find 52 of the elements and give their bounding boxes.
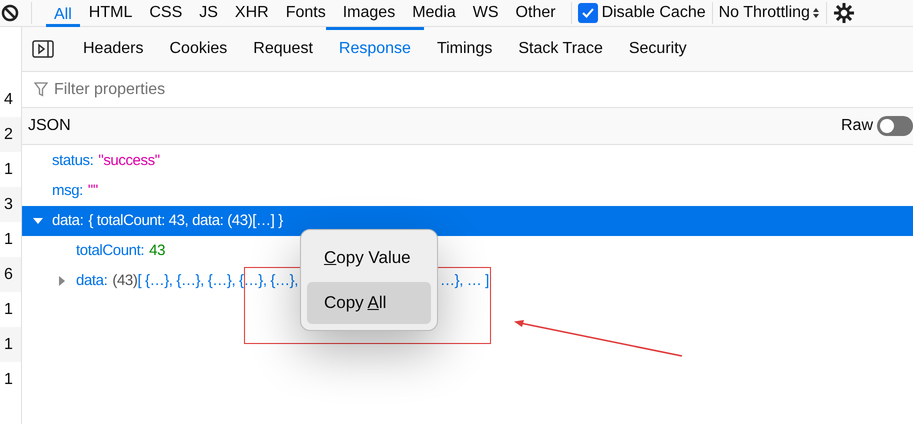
filter-button[interactable]: Media [404,0,464,26]
panel-tab[interactable]: Timings [424,26,506,72]
filter-button[interactable]: JS [191,0,226,26]
panel-tab[interactable]: Headers [70,26,156,72]
checkbox[interactable] [578,3,598,23]
filter-button[interactable]: Other [508,0,564,26]
filter-button[interactable]: HTML [80,0,140,26]
filter-field[interactable]: Filter properties [54,78,354,102]
row-number: 1 [3,300,14,320]
row-number: 1 [3,160,14,180]
property-value: …}, … ] [440,270,489,291]
row-number: 1 [0,327,21,362]
row-number: 1 [3,370,14,390]
property-value: "success" [98,150,160,171]
section-title: JSON [28,116,71,136]
menu-item[interactable]: Copy Value [307,236,431,278]
filter-button[interactable]: CSS [141,0,190,26]
raw-toggle[interactable] [877,116,913,136]
panel-tab[interactable]: Cookies [156,26,240,72]
property-key[interactable]: status: [52,150,94,172]
check-icon [580,6,595,20]
filter-button[interactable]: WS [464,0,507,26]
panel-tab[interactable]: Response [326,26,424,72]
row-number: 2 [0,117,21,152]
panel-tab[interactable]: Stack Trace [505,26,616,72]
row-number: 3 [0,187,21,222]
row-number: 4 [3,90,14,110]
block-icon[interactable] [1,4,19,22]
row-number: 1 [3,230,14,250]
filter-button[interactable]: XHR [226,0,277,26]
filter-button[interactable]: Fonts [278,0,334,26]
item-count: (43) [112,270,138,291]
menu-item[interactable]: Copy All [307,282,431,324]
filter-button[interactable]: Images [334,0,404,26]
panel-tab[interactable]: Security [616,26,700,72]
property-key[interactable]: data: [52,210,84,232]
funnel-icon [34,82,48,97]
row-number: 6 [0,257,21,292]
up-down-icon [812,7,820,19]
settings-icon[interactable] [832,2,855,24]
property-key[interactable]: msg: [52,180,83,202]
panel-tab[interactable]: Request [240,26,326,72]
property-key[interactable]: totalCount: [76,240,144,262]
property-value: 43 [149,240,166,261]
property-value: "" [88,180,98,201]
selected-row[interactable]: data: { totalCount: 43, data: (43)[…] } [22,206,913,236]
throttling-select[interactable]: No Throttling [718,1,820,25]
property-value: { totalCount: 43, data: (43)[…] } [88,210,283,231]
disable-cache-checkbox[interactable]: Disable Cache [578,1,706,25]
property-key[interactable]: data: [76,270,108,292]
panel-toggle-icon[interactable] [32,40,54,58]
raw-label: Raw [840,116,873,136]
